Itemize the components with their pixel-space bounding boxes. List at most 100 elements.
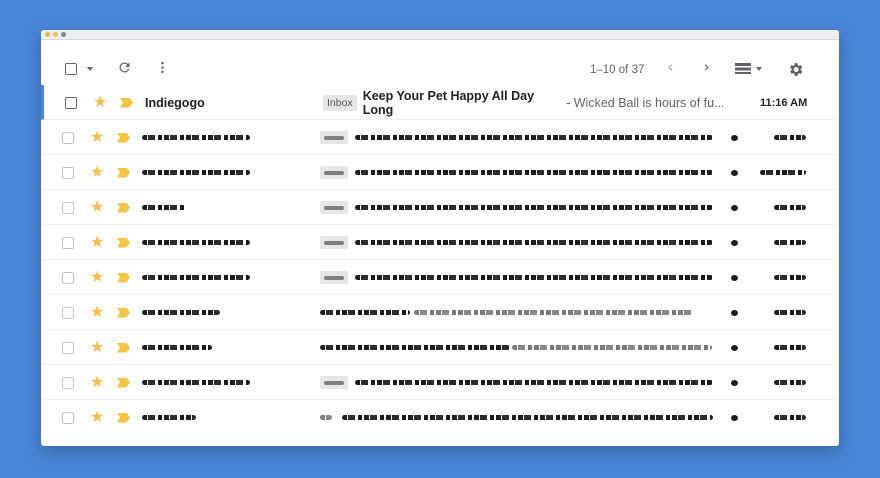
redacted-label-badge <box>320 131 348 144</box>
email-content: Inbox Keep Your Pet Happy All Day Long -… <box>323 85 723 120</box>
email-timestamp: 11:16 AM <box>760 96 808 109</box>
settings-button[interactable] <box>787 61 804 78</box>
row-checkbox[interactable] <box>62 260 74 295</box>
window-dot-icon[interactable] <box>53 32 58 37</box>
next-page-button[interactable] <box>700 61 713 74</box>
row-checkbox[interactable] <box>62 365 74 400</box>
email-row[interactable]: ★ <box>41 225 839 260</box>
email-row[interactable]: ★ <box>41 155 839 190</box>
redacted-sender <box>142 135 250 140</box>
row-checkbox[interactable] <box>62 225 74 260</box>
important-icon <box>117 132 130 143</box>
checkbox-icon <box>62 341 74 354</box>
important-marker[interactable] <box>120 85 133 120</box>
browser-window: 1–10 of 37 ★ Indiegogo Inbox Keep Your P… <box>41 30 839 446</box>
redacted-sender <box>142 380 250 385</box>
redacted-subject <box>355 240 713 245</box>
star-icon: ★ <box>90 198 105 216</box>
redacted-sender <box>142 240 250 245</box>
email-row[interactable]: ★ <box>41 330 839 365</box>
important-marker[interactable] <box>117 190 130 225</box>
density-icon <box>735 63 751 74</box>
refresh-button[interactable] <box>117 60 132 75</box>
window-dot-icon[interactable] <box>45 32 50 37</box>
important-marker[interactable] <box>117 260 130 295</box>
important-marker[interactable] <box>117 225 130 260</box>
star-button[interactable]: ★ <box>90 400 104 435</box>
email-row[interactable]: ★ <box>41 120 839 155</box>
important-icon <box>117 307 130 318</box>
redacted-attachment <box>731 169 738 176</box>
redacted-sender <box>142 310 220 315</box>
checkbox-icon <box>62 411 74 424</box>
redacted-attachment <box>731 274 738 281</box>
important-icon <box>117 167 130 178</box>
mail-toolbar: 1–10 of 37 <box>41 40 839 86</box>
star-button[interactable]: ★ <box>90 155 104 190</box>
important-marker[interactable] <box>117 365 130 400</box>
redacted-subject <box>355 275 713 280</box>
redacted-time <box>774 345 806 350</box>
redacted-time <box>774 380 806 385</box>
email-row[interactable]: ★ Indiegogo Inbox Keep Your Pet Happy Al… <box>41 85 839 120</box>
star-button[interactable]: ★ <box>90 330 104 365</box>
important-marker[interactable] <box>117 400 130 435</box>
redacted-sender <box>142 415 196 420</box>
window-titlebar <box>41 30 839 40</box>
email-row[interactable]: ★ <box>41 295 839 330</box>
email-row[interactable]: ★ <box>41 190 839 225</box>
previous-page-button[interactable] <box>664 61 677 74</box>
redacted-time <box>774 240 806 245</box>
row-checkbox[interactable] <box>62 400 74 435</box>
star-button[interactable]: ★ <box>90 295 104 330</box>
redacted-subject <box>355 170 713 175</box>
important-icon <box>117 377 130 388</box>
important-marker[interactable] <box>117 120 130 155</box>
star-button[interactable]: ★ <box>90 190 104 225</box>
row-checkbox[interactable] <box>62 330 74 365</box>
redacted-subject <box>355 380 713 385</box>
email-row[interactable]: ★ <box>41 365 839 400</box>
row-checkbox[interactable] <box>62 155 74 190</box>
important-icon <box>117 272 130 283</box>
email-row[interactable]: ★ <box>41 260 839 295</box>
checkbox-icon <box>62 201 74 214</box>
checkbox-icon <box>65 96 77 109</box>
density-button[interactable] <box>735 63 762 74</box>
row-checkbox[interactable] <box>62 190 74 225</box>
star-button[interactable]: ★ <box>90 260 104 295</box>
star-button[interactable]: ★ <box>93 85 107 120</box>
important-marker[interactable] <box>117 330 130 365</box>
checkbox-icon <box>62 236 74 249</box>
star-button[interactable]: ★ <box>90 225 104 260</box>
star-icon: ★ <box>90 163 105 181</box>
select-dropdown-button[interactable] <box>87 67 93 71</box>
star-button[interactable]: ★ <box>90 365 104 400</box>
redacted-attachment <box>731 204 738 211</box>
select-all-checkbox[interactable] <box>65 63 77 75</box>
star-icon: ★ <box>93 93 108 111</box>
row-checkbox[interactable] <box>65 85 77 120</box>
more-vert-icon <box>161 61 164 74</box>
important-marker[interactable] <box>117 295 130 330</box>
checkbox-icon <box>62 271 74 284</box>
star-button[interactable]: ★ <box>90 120 104 155</box>
redacted-time <box>774 135 806 140</box>
redacted-snippet <box>512 345 712 350</box>
row-checkbox[interactable] <box>62 295 74 330</box>
email-row[interactable]: ★ <box>41 400 839 435</box>
important-icon <box>120 97 133 108</box>
redacted-attachment <box>731 379 738 386</box>
redacted-subject <box>342 415 713 420</box>
email-subject: Keep Your Pet Happy All Day Long <box>362 88 535 117</box>
important-marker[interactable] <box>117 155 130 190</box>
chevron-left-icon <box>668 64 673 71</box>
window-dot-icon[interactable] <box>61 32 66 37</box>
row-checkbox[interactable] <box>62 120 74 155</box>
redacted-time <box>774 415 806 420</box>
redacted-label-badge <box>320 271 348 284</box>
redacted-label-badge <box>320 201 348 214</box>
more-options-button[interactable] <box>155 60 170 75</box>
star-icon: ★ <box>90 268 105 286</box>
redacted-subject <box>320 345 510 350</box>
